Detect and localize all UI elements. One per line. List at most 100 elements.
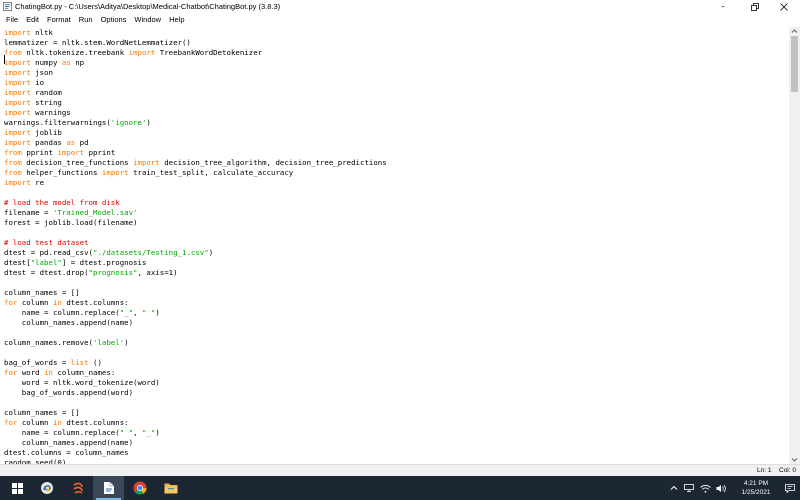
taskbar: 4:21 PM 1/25/2021	[0, 476, 800, 500]
keyword-token: import	[4, 68, 31, 77]
code-line[interactable]: from helper_functions import train_test_…	[4, 168, 387, 178]
code-text[interactable]: import nltk lemmatizer = nltk.stem.WordNe…	[4, 28, 387, 464]
start-button[interactable]	[2, 476, 33, 500]
code-line[interactable]: forest = joblib.load(filename)	[4, 218, 387, 228]
code-line[interactable]: column_names.append(name)	[4, 318, 387, 328]
keyword-token: import	[133, 158, 160, 167]
code-line[interactable]: dtest = pd.read_csv("./datasets/Testing_…	[4, 248, 387, 258]
code-editor[interactable]: import nltk lemmatizer = nltk.stem.WordNe…	[0, 27, 789, 464]
code-line[interactable]: from pprint import pprint	[4, 148, 387, 158]
code-line[interactable]: import joblib	[4, 128, 387, 138]
string-token: 'Trained_Model.sav'	[52, 208, 138, 217]
code-line[interactable]: dtest.columns = column_names	[4, 448, 387, 458]
chrome-icon	[133, 481, 146, 495]
menu-options[interactable]: Options	[97, 13, 131, 27]
code-line[interactable]	[4, 278, 387, 288]
taskbar-chrome[interactable]	[124, 476, 155, 500]
code-line[interactable]: import warnings	[4, 108, 387, 118]
idle-python-icon	[40, 482, 53, 494]
wifi-tray[interactable]	[698, 476, 712, 500]
keyword-token: import	[4, 98, 31, 107]
code-line[interactable]: column_names = []	[4, 288, 387, 298]
scrollbar-thumb[interactable]	[791, 36, 798, 92]
code-line[interactable]: import string	[4, 98, 387, 108]
code-token: column_names = []	[4, 408, 80, 417]
volume-tray[interactable]	[714, 476, 728, 500]
comment-token: # load test dataset	[4, 238, 89, 247]
code-line[interactable]: bag_of_words.append(word)	[4, 388, 387, 398]
keyword-token: in	[44, 368, 53, 377]
code-line[interactable]: column_names.append(name)	[4, 438, 387, 448]
action-center[interactable]	[781, 476, 798, 500]
code-line[interactable]: import re	[4, 178, 387, 188]
taskbar-file-explorer[interactable]	[155, 476, 186, 500]
keyword-token: import	[4, 138, 31, 147]
code-line[interactable]: from nltk.tokenize.treebank import Treeb…	[4, 48, 387, 58]
code-line[interactable]: dtest["label"] = dtest.prognosis	[4, 258, 387, 268]
code-line[interactable]: name = column.replace(" ", "_")	[4, 428, 387, 438]
code-line[interactable]: column_names = []	[4, 408, 387, 418]
string-token: "./datasets/Testing_1.csv"	[93, 248, 209, 257]
code-line[interactable]: import json	[4, 68, 387, 78]
code-token: bag_of_words =	[4, 358, 71, 367]
code-token: TreebankWordDetokenizer	[159, 48, 263, 57]
menu-help[interactable]: Help	[165, 13, 188, 27]
minimize-button[interactable]: –	[707, 0, 739, 13]
menu-window[interactable]: Window	[130, 13, 165, 27]
code-token: np	[75, 58, 85, 67]
code-token: nltk.tokenize.treebank	[26, 48, 129, 57]
close-button[interactable]	[768, 0, 800, 13]
code-line[interactable]	[4, 188, 387, 198]
code-line[interactable]: name = column.replace("_", " ")	[4, 308, 387, 318]
keyword-token: from	[4, 148, 22, 157]
keyword-token: in	[52, 298, 62, 307]
menu-format[interactable]: Format	[43, 13, 75, 27]
code-line[interactable]	[4, 348, 387, 358]
code-line[interactable]: import nltk	[4, 28, 387, 38]
comment-token: # load the model from disk	[4, 198, 120, 207]
code-line[interactable]: # load test dataset	[4, 238, 387, 248]
code-line[interactable]: dtest = dtest.drop("prognosis", axis=1)	[4, 268, 387, 278]
code-line[interactable]: for word in column_names:	[4, 368, 387, 378]
code-line[interactable]	[4, 228, 387, 238]
code-token: io	[35, 78, 45, 87]
keyword-token: import	[4, 58, 31, 67]
code-line[interactable]: # load the model from disk	[4, 198, 387, 208]
taskbar-idle[interactable]	[31, 476, 62, 500]
restore-button[interactable]	[739, 0, 771, 13]
network-tray[interactable]	[682, 476, 696, 500]
code-line[interactable]: bag_of_words = list ()	[4, 358, 387, 368]
code-line[interactable]	[4, 398, 387, 408]
code-line[interactable]: column_names.remove('label')	[4, 338, 387, 348]
code-line[interactable]: import random	[4, 88, 387, 98]
show-hidden-icons[interactable]	[668, 476, 680, 500]
taskbar-file[interactable]	[93, 476, 124, 500]
taskbar-clock[interactable]: 4:21 PM 1/25/2021	[732, 479, 780, 497]
file-icon	[103, 482, 114, 494]
title-bar[interactable]: ChatingBot.py - C:\Users\Aditya\Desktop\…	[0, 0, 800, 13]
code-line[interactable]: warnings.filterwarnings('ignore')	[4, 118, 387, 128]
menu-file[interactable]: File	[2, 13, 22, 27]
taskbar-anaconda[interactable]	[62, 476, 93, 500]
menu-run[interactable]: Run	[75, 13, 97, 27]
code-token: helper_functions	[26, 168, 102, 177]
code-line[interactable]: lemmatizer = nltk.stem.WordNetLemmatizer…	[4, 38, 387, 48]
code-line[interactable]: for column in dtest.columns:	[4, 298, 387, 308]
scroll-down-arrow-icon[interactable]	[791, 457, 798, 463]
scroll-up-arrow-icon[interactable]	[791, 28, 798, 34]
code-token: decision_tree_functions	[26, 158, 134, 167]
code-line[interactable]: for column in dtest.columns:	[4, 418, 387, 428]
code-line[interactable]: import io	[4, 78, 387, 88]
code-line[interactable]	[4, 328, 387, 338]
minimize-icon: –	[721, 2, 725, 11]
code-line[interactable]: from decision_tree_functions import deci…	[4, 158, 387, 168]
vertical-scrollbar[interactable]	[789, 27, 800, 464]
code-line[interactable]: filename = 'Trained_Model.sav'	[4, 208, 387, 218]
close-icon	[780, 2, 788, 11]
code-token: train_test_split, calculate_accuracy	[133, 168, 294, 177]
menu-edit[interactable]: Edit	[22, 13, 43, 27]
code-line[interactable]: import pandas as pd	[4, 138, 387, 148]
code-line[interactable]: import numpy as np	[4, 58, 387, 68]
code-line[interactable]: word = nltk.word_tokenize(word)	[4, 378, 387, 388]
status-bar: Ln: 1 Col: 0	[0, 464, 800, 476]
